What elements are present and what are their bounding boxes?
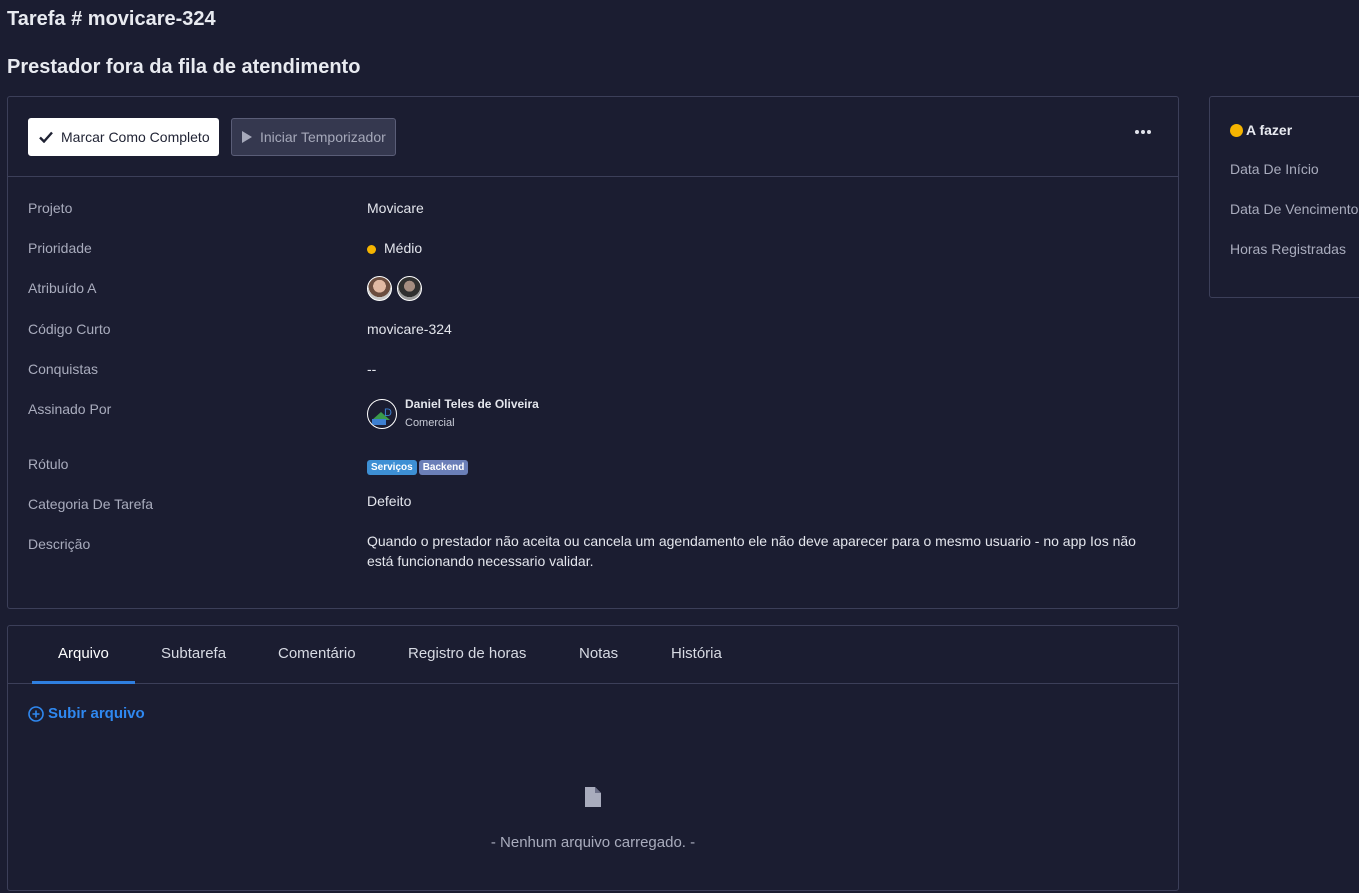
priority-dot-icon bbox=[367, 245, 376, 254]
status-card: A fazer Data De Início Data De Venciment… bbox=[1209, 96, 1359, 298]
due-date-label: Data De Vencimento bbox=[1230, 201, 1359, 217]
tags: Serviços Backend bbox=[367, 457, 470, 475]
start-timer-button[interactable]: Iniciar Temporizador bbox=[231, 118, 396, 156]
tab-notas[interactable]: Notas bbox=[553, 626, 644, 684]
mark-complete-label: Marcar Como Completo bbox=[61, 129, 210, 145]
category-label: Categoria De Tarefa bbox=[28, 496, 154, 512]
tab-registro-de-horas[interactable]: Registro de horas bbox=[382, 626, 552, 684]
tab-historia[interactable]: História bbox=[645, 626, 748, 684]
start-date-label: Data De Início bbox=[1230, 161, 1319, 177]
tab-bar: Arquivo Subtarefa Comentário Registro de… bbox=[8, 626, 1178, 684]
short-code-label: Código Curto bbox=[28, 321, 111, 337]
tab-comentario[interactable]: Comentário bbox=[252, 626, 382, 684]
tabs-card: Arquivo Subtarefa Comentário Registro de… bbox=[7, 625, 1179, 891]
page-heading: Tarefa # movicare-324 bbox=[7, 8, 216, 30]
start-timer-label: Iniciar Temporizador bbox=[260, 129, 386, 145]
empty-files-text: - Nenhum arquivo carregado. - bbox=[490, 834, 696, 851]
project-value: Movicare bbox=[367, 200, 424, 216]
assigned-label: Atribuído A bbox=[28, 280, 97, 296]
category-value: Defeito bbox=[367, 493, 412, 509]
status-badge[interactable]: A fazer bbox=[1230, 122, 1292, 138]
play-icon bbox=[242, 131, 252, 143]
avatar[interactable] bbox=[396, 276, 422, 301]
assignees bbox=[367, 276, 423, 301]
check-icon bbox=[39, 131, 53, 143]
status-text: A fazer bbox=[1246, 122, 1293, 138]
file-icon bbox=[585, 787, 601, 807]
tab-arquivo[interactable]: Arquivo bbox=[32, 626, 135, 684]
mark-complete-button[interactable]: Marcar Como Completo bbox=[28, 118, 219, 156]
milestones-label: Conquistas bbox=[28, 361, 99, 377]
label-label: Rótulo bbox=[28, 456, 69, 472]
more-options-icon[interactable] bbox=[1132, 121, 1154, 143]
task-toolbar: Marcar Como Completo Iniciar Temporizado… bbox=[8, 97, 1178, 177]
signer: D Daniel Teles de Oliveira Comercial bbox=[367, 397, 567, 433]
tag-backend: Backend bbox=[418, 460, 469, 475]
upload-file-link[interactable]: Subir arquivo bbox=[28, 705, 145, 722]
plus-circle-icon bbox=[28, 705, 44, 722]
upload-file-label: Subir arquivo bbox=[48, 705, 145, 722]
task-title: Prestador fora da fila de atendimento bbox=[7, 56, 361, 78]
tag-servicos: Serviços bbox=[367, 460, 417, 475]
description-label: Descrição bbox=[28, 536, 91, 552]
avatar[interactable]: D bbox=[367, 399, 397, 429]
hours-logged-label: Horas Registradas bbox=[1230, 241, 1346, 257]
short-code-value: movicare-324 bbox=[367, 321, 452, 337]
avatar[interactable] bbox=[367, 276, 392, 301]
signer-department: Comercial bbox=[405, 417, 455, 429]
description-value: Quando o prestador não aceita ou cancela… bbox=[367, 533, 1136, 569]
tab-subtarefa[interactable]: Subtarefa bbox=[135, 626, 252, 684]
project-label: Projeto bbox=[28, 200, 73, 216]
status-dot-icon bbox=[1230, 124, 1243, 137]
priority-text: Médio bbox=[384, 240, 423, 256]
priority-label: Prioridade bbox=[28, 240, 92, 256]
signer-name: Daniel Teles de Oliveira bbox=[405, 397, 539, 411]
svg-text:D: D bbox=[384, 407, 392, 419]
milestones-value: -- bbox=[367, 361, 377, 377]
priority-value: Médio bbox=[367, 240, 422, 256]
signed-by-label: Assinado Por bbox=[28, 401, 112, 417]
task-details-card: Marcar Como Completo Iniciar Temporizado… bbox=[7, 96, 1179, 609]
